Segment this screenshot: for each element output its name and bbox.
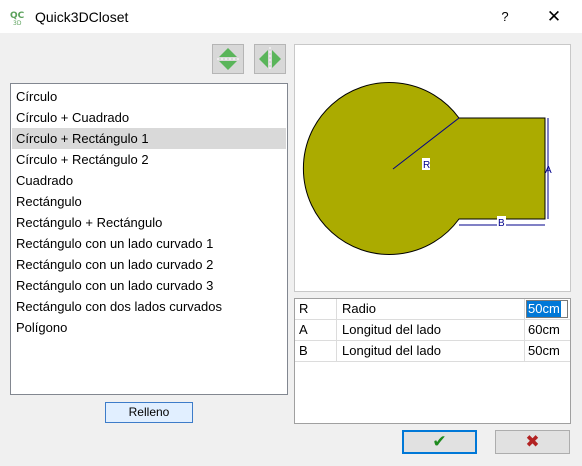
side-a-label: A [545,165,552,176]
param-key: A [295,320,337,340]
list-item[interactable]: Rectángulo + Rectángulo [12,212,286,233]
param-value[interactable]: 50cm [525,341,570,361]
param-value-input[interactable]: 50cm [526,300,568,318]
window-title: Quick3DCloset [35,9,129,25]
table-row: B Longitud del lado 50cm [295,341,570,362]
param-key: B [295,341,337,361]
list-item[interactable]: Rectángulo con un lado curvado 1 [12,233,286,254]
param-value[interactable]: 60cm [525,320,570,340]
shape-preview: R A B [294,44,571,292]
list-item[interactable]: Rectángulo [12,191,286,212]
help-button[interactable]: ? [487,0,523,33]
list-item[interactable]: Rectángulo con un lado curvado 2 [12,254,286,275]
param-name: Radio [337,299,525,319]
table-row: A Longitud del lado 60cm [295,320,570,341]
radius-label: R [423,160,430,171]
list-item[interactable]: Rectángulo con un lado curvado 3 [12,275,286,296]
cancel-button[interactable]: ✖ [495,430,570,454]
table-row: R Radio 50cm [295,299,570,320]
list-item[interactable]: Círculo [12,86,286,107]
list-item[interactable]: Círculo + Rectángulo 2 [12,149,286,170]
flip-horizontal-icon [259,47,281,71]
fill-button[interactable]: Relleno [105,402,193,423]
close-button[interactable]: ✕ [536,0,572,33]
shape-preview-canvas: R A B [302,82,552,255]
param-name: Longitud del lado [337,341,525,361]
shape-list[interactable]: Círculo Círculo + Cuadrado Círculo + Rec… [10,83,288,395]
list-item[interactable]: Círculo + Cuadrado [12,107,286,128]
qc-3d-logo-icon: QC 3D [10,11,25,25]
list-item[interactable]: Cuadrado [12,170,286,191]
ok-button[interactable]: ✔ [402,430,477,454]
list-item[interactable]: Polígono [12,317,286,338]
title-bar: QC 3D Quick3DCloset ? ✕ [0,0,582,33]
x-mark-icon: ✖ [525,432,540,452]
param-key: R [295,299,337,319]
list-item[interactable]: Rectángulo con dos lados curvados [12,296,286,317]
param-name: Longitud del lado [337,320,525,340]
list-item-selected[interactable]: Círculo + Rectángulo 1 [12,128,286,149]
checkmark-icon: ✔ [432,432,447,452]
flip-horizontal-button[interactable] [254,44,286,74]
flip-vertical-button[interactable] [212,44,244,74]
parameters-table: R Radio 50cm A Longitud del lado 60cm B … [294,298,571,424]
side-b-label: B [498,218,505,229]
svg-text:3D: 3D [13,20,22,25]
flip-vertical-icon [217,48,239,70]
